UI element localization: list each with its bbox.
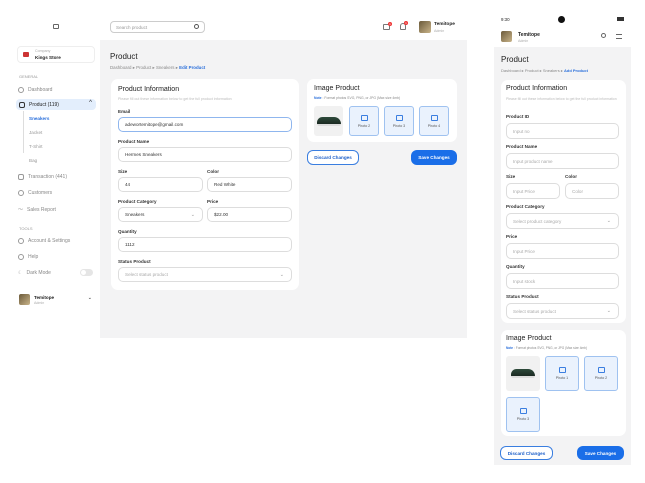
mobile-image-product-card: Image Product Note : Format photos SVG, … [501,330,626,436]
mobile-product-information-card: Product Information Please fill out thes… [501,80,626,323]
size-field[interactable]: Input Price [506,183,560,199]
search-icon[interactable] [194,24,199,29]
product-category-select[interactable]: Select product category ⌄ [506,213,619,229]
color-field[interactable]: Red White [207,177,292,192]
general-label: GENERAL [19,74,39,79]
breadcrumb: Dashboard ▸ Product ▸ Sneakers ▸ Edit Pr… [110,65,206,70]
save-changes-button[interactable]: Save Changes [411,150,457,165]
sidebar-subitem-jacket[interactable]: Jacket [29,130,42,135]
mobile-breadcrumb: Dashboard ▸ Product ▸ Sneakers ▸ Add Pro… [501,68,588,73]
discard-changes-button[interactable]: Discard Changes [307,150,359,165]
trend-icon: 〜 [18,207,24,213]
product-icon [19,101,25,108]
search-input[interactable]: Search product [110,21,205,33]
sidebar-subitem-bag[interactable]: Bag [29,158,37,163]
sidebar-toggle-icon[interactable] [53,24,59,29]
submenu-line [23,111,24,153]
sidebar-item-account-settings[interactable]: Account & Settings [18,238,70,244]
image-icon [519,408,527,414]
image-icon [430,114,438,121]
camera-notch [558,16,565,23]
mobile-discard-changes-button[interactable]: Discard Changes [500,446,553,460]
status-product-select[interactable]: Select status product ⌄ [506,303,619,319]
mail-button[interactable]: 1 [383,22,392,30]
product-image [506,356,540,391]
quantity-field[interactable]: 1112 [118,237,292,252]
chevron-down-icon: ⌄ [606,218,611,224]
sidebar-item-sales-report[interactable]: 〜 Sales Report [18,206,56,214]
mobile-save-changes-button[interactable]: Save Changes [577,446,624,460]
photo-upload-slot[interactable]: Photo 2 [349,106,379,136]
product-category-select[interactable]: Sneakers ⌄ [118,207,203,222]
company-name: Kings Store [35,55,61,60]
color-field[interactable]: Color [565,183,619,199]
photo-upload-slot[interactable]: Photo 3 [506,397,540,432]
settings-icon [18,238,24,244]
sidebar-item-dashboard[interactable]: Dashboard [18,87,52,93]
company-switcher[interactable]: Company Kings Store [17,46,95,63]
quantity-field[interactable]: Input stock [506,273,619,289]
sidebar-item-product[interactable]: Product (119) ^ [16,99,96,110]
image-product-card: Image Product Note : Format photos SVG, … [307,79,457,142]
mobile-page-title: Product [501,55,529,64]
help-icon [18,254,24,260]
avatar [19,294,30,305]
image-icon [597,367,605,373]
product-name-field[interactable]: Input product name [506,153,619,169]
product-information-card: Product Information Please fill out thes… [111,79,299,290]
mobile-avatar[interactable] [501,31,512,42]
sidebar-item-transaction[interactable]: Transaction (441) [18,174,67,180]
company-label: Company [35,49,51,53]
users-icon [18,190,24,196]
chevron-down-icon: ⌄ [279,271,284,278]
bell-badge: 1 [404,21,408,25]
topbar-avatar[interactable] [419,21,431,33]
dashboard-icon [18,87,24,93]
photo-upload-slot[interactable]: Photo 3 [384,106,414,136]
page-title: Product [110,52,138,61]
sidebar-item-customers[interactable]: Customers [18,190,52,196]
email-field[interactable]: adewortemitope@gmail.com [118,117,292,132]
sidebar-subitem-tshirt[interactable]: T-Shirt [29,144,43,149]
chevron-down-icon: ⌄ [606,308,611,314]
chevron-down-icon: ⌄ [190,211,195,218]
chevron-down-icon: ⌄ [87,295,92,301]
image-icon [395,114,403,121]
photo-upload-slot[interactable]: Photo 2 [584,356,618,391]
dark-mode-toggle[interactable] [80,269,93,276]
status-product-select[interactable]: Select status product ⌄ [118,267,292,282]
status-time: 9:30 [501,17,510,22]
sidebar-subitem-sneakers[interactable]: Sneakers [29,116,49,121]
sidebar-user-menu[interactable]: Temitope Admin ⌄ [17,293,95,307]
bell-button[interactable]: 1 [400,21,408,30]
photo-upload-slot[interactable]: Photo 4 [419,106,449,136]
mail-badge: 1 [388,22,392,26]
menu-icon[interactable] [616,34,622,39]
store-logo-icon [23,52,29,57]
image-icon [558,367,566,373]
price-field[interactable]: Input Price [506,243,619,259]
chevron-up-icon: ^ [89,100,92,106]
document-icon [18,174,24,180]
photo-upload-slot[interactable]: Photo 1 [545,356,579,391]
search-icon[interactable] [601,33,606,38]
moon-icon: ☾ [18,270,23,276]
product-image [314,106,343,136]
sidebar-item-dark-mode: ☾ Dark Mode [18,270,51,276]
size-field[interactable]: 44 [118,177,203,192]
product-id-field[interactable]: Input no [506,123,619,139]
tools-label: TOOLS [19,226,33,231]
price-field[interactable]: $22.00 [207,207,292,222]
sidebar-item-help[interactable]: Help [18,254,38,260]
product-name-field[interactable]: Hermes Sneakers [118,147,292,162]
battery-icon [617,17,624,21]
image-icon [360,114,368,121]
